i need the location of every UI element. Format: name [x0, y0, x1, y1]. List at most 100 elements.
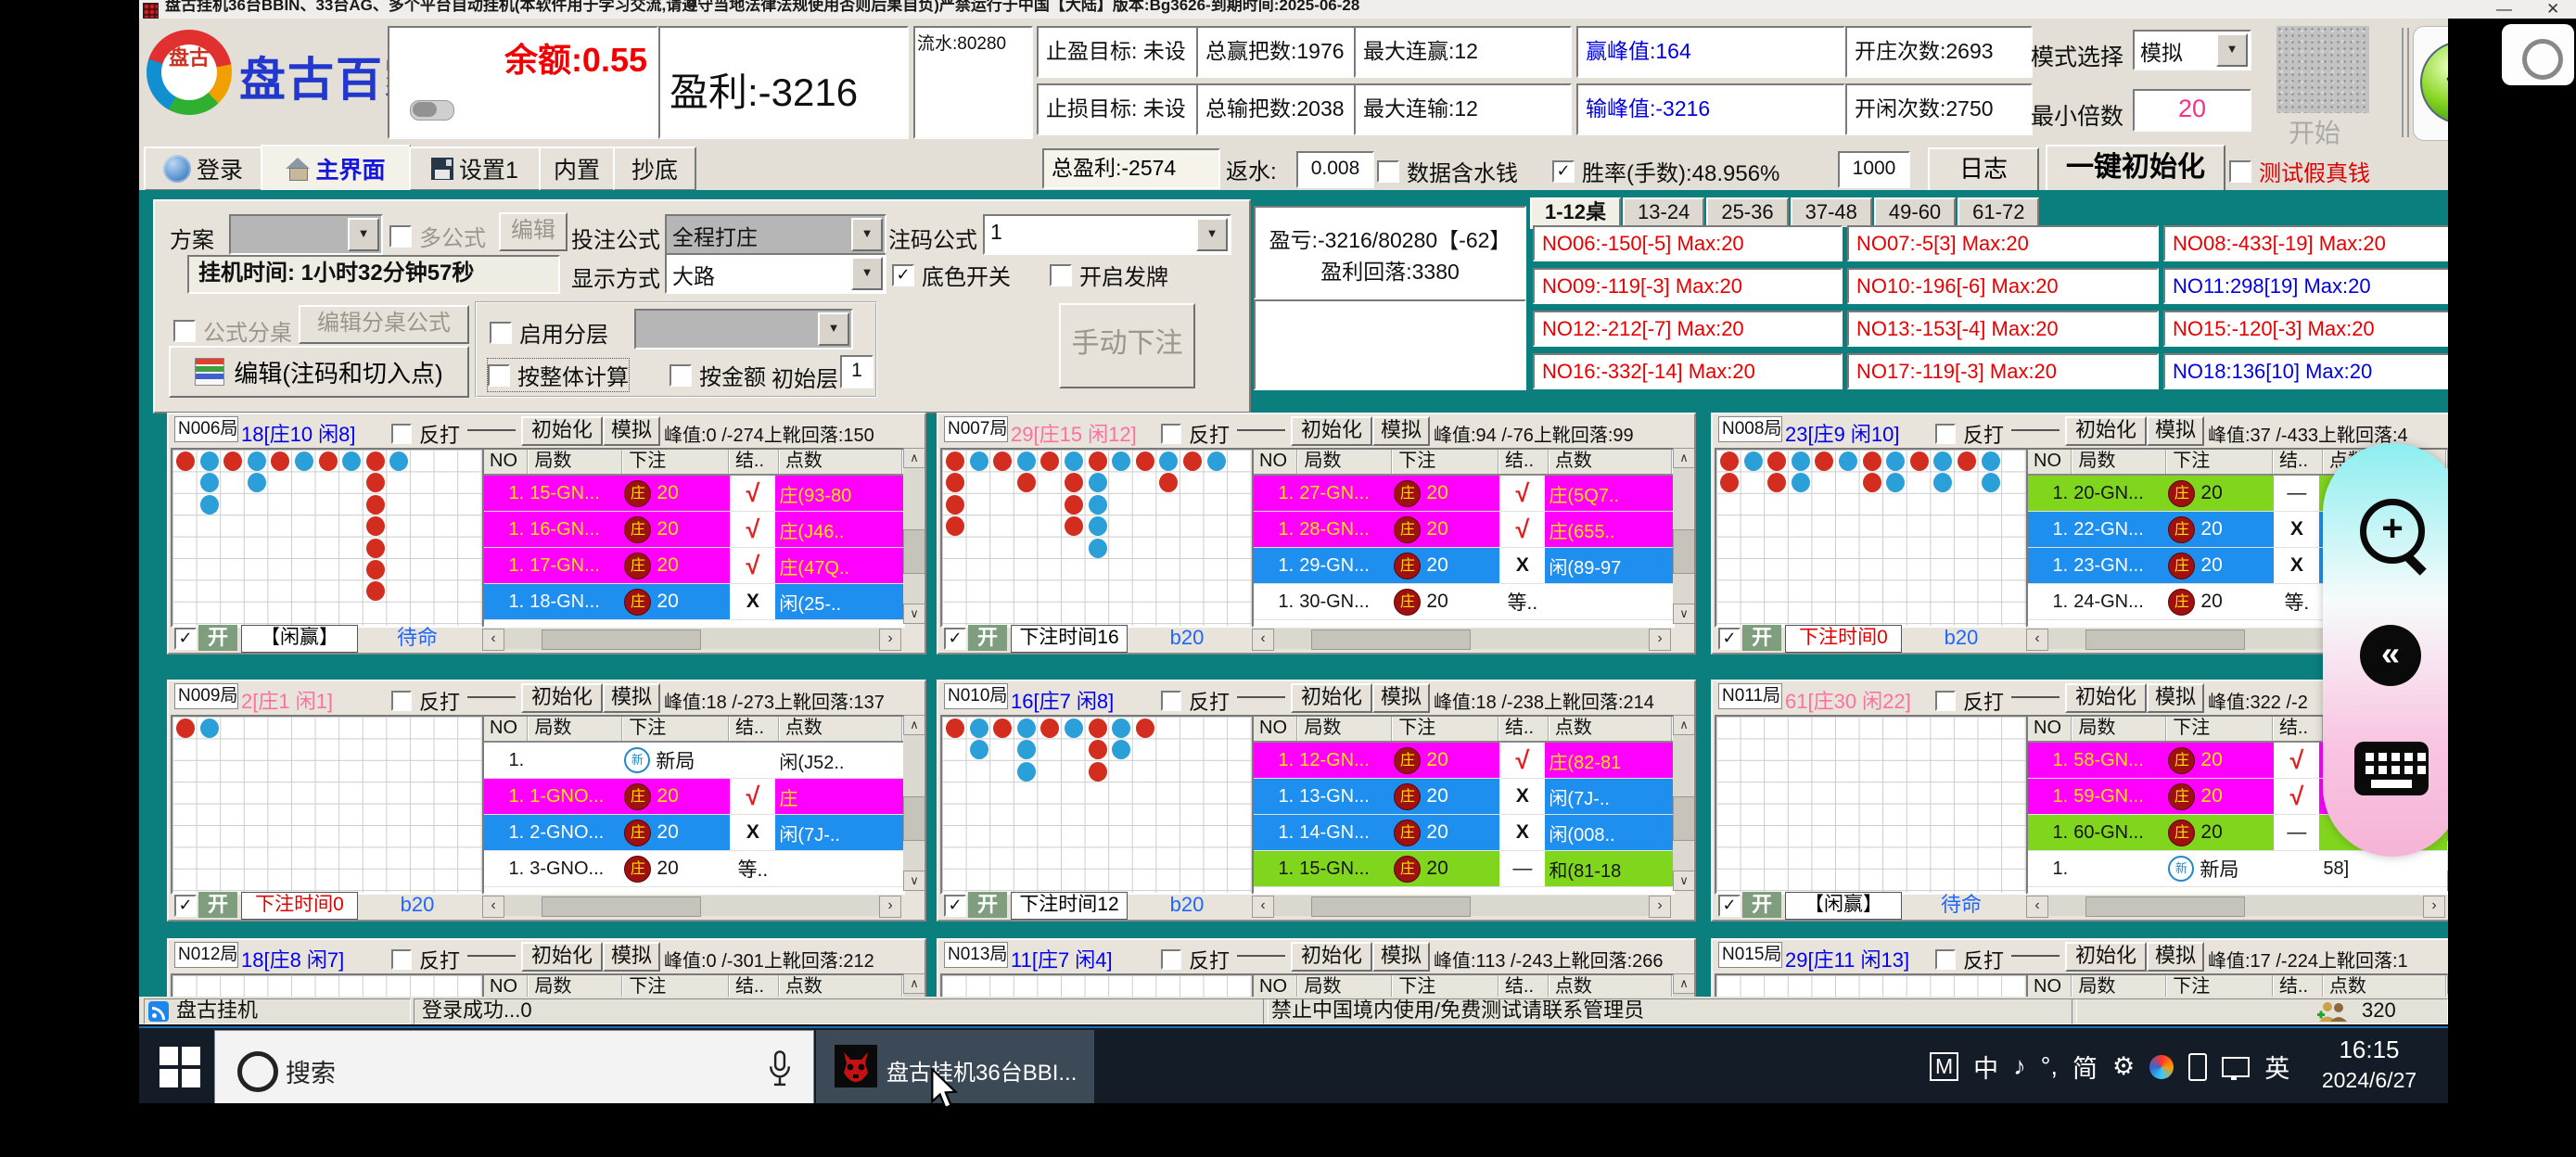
- test-fake-money-checkbox[interactable]: 测试假真钱: [2229, 155, 2370, 187]
- panel-open-checkbox[interactable]: ✓: [944, 628, 966, 650]
- panel-id-tab[interactable]: N009局: [174, 683, 238, 709]
- zoom-in-icon[interactable]: +: [2360, 499, 2425, 564]
- fast-backward-icon[interactable]: «: [2360, 625, 2421, 686]
- by-amount-checkbox[interactable]: 按金额: [670, 359, 766, 391]
- table-summary-cell[interactable]: NO18:136[10] Max:20: [2163, 353, 2448, 389]
- settings-tab[interactable]: 设置1: [409, 146, 541, 191]
- panel-id-tab[interactable]: N008局: [1718, 416, 1782, 442]
- search-input[interactable]: 搜索: [214, 1030, 814, 1105]
- table-row[interactable]: 1.30-GN...庄20等..: [1254, 584, 1673, 620]
- bg-switch-checkbox[interactable]: ✓底色开关: [892, 259, 1011, 291]
- keyboard-icon[interactable]: [2354, 742, 2429, 795]
- reverse-bet-checkbox[interactable]: 反打: [1935, 945, 2004, 974]
- table-summary-cell[interactable]: NO15:-120[-3] Max:20: [2163, 311, 2448, 347]
- simulate-button[interactable]: 模拟: [1372, 942, 1430, 972]
- table-row[interactable]: 1.28-GN...庄20√庄(655..: [1254, 512, 1673, 548]
- table-summary-cell[interactable]: NO16:-332[-14] Max:20: [1533, 353, 1843, 389]
- taskbar-clock[interactable]: 16:15 2024/6/27: [2309, 1036, 2429, 1093]
- window-titlebar[interactable]: 盘古挂机36台BBIN、33台AG、多个平台自动挂机(本软件用于学习交流,请遵守…: [139, 0, 2576, 19]
- balance-toggle[interactable]: [410, 100, 454, 121]
- reverse-bet-checkbox[interactable]: 反打: [391, 686, 460, 716]
- tray-icon[interactable]: ♪: [2013, 1052, 2026, 1081]
- close-icon[interactable]: ✕: [2546, 0, 2559, 19]
- min-bet-input[interactable]: 20: [2133, 89, 2251, 132]
- login-tab[interactable]: 登录: [144, 146, 262, 191]
- simulate-button[interactable]: 模拟: [2147, 942, 2204, 972]
- table-summary-cell[interactable]: NO06:-150[-5] Max:20: [1533, 225, 1843, 261]
- tab-49-60[interactable]: 49-60: [1874, 197, 1956, 227]
- panel-id-tab[interactable]: N015局: [1718, 942, 1782, 968]
- chevron-down-icon[interactable]: ▼: [348, 218, 379, 251]
- panel-open-checkbox[interactable]: ✓: [1718, 895, 1741, 917]
- mode-select[interactable]: 模拟▼: [2133, 30, 2251, 70]
- reverse-bet-checkbox[interactable]: 反打: [1161, 945, 1230, 974]
- edit-split-button[interactable]: 编辑分桌公式: [299, 305, 469, 344]
- panel-open-checkbox[interactable]: ✓: [944, 895, 966, 917]
- tray-phone-icon[interactable]: [2188, 1053, 2207, 1081]
- table-summary-cell[interactable]: NO08:-433[-19] Max:20: [2163, 225, 2448, 261]
- data-with-water-checkbox[interactable]: 数据含水钱: [1377, 155, 1518, 187]
- table-summary-cell[interactable]: NO11:298[19] Max:20: [2163, 268, 2448, 304]
- horizontal-scrollbar[interactable]: ‹›: [482, 896, 901, 916]
- simulate-button[interactable]: 模拟: [603, 683, 660, 713]
- simulate-button[interactable]: 模拟: [1372, 416, 1430, 446]
- panel-id-tab[interactable]: N013局: [944, 942, 1008, 968]
- multi-formula-checkbox[interactable]: 多公式: [389, 220, 486, 252]
- table-row[interactable]: 1.27-GN...庄20√庄(5Q7..: [1254, 476, 1673, 512]
- simulate-button[interactable]: 模拟: [2147, 416, 2204, 446]
- simulate-button[interactable]: 模拟: [1372, 683, 1430, 713]
- panel-open-checkbox[interactable]: ✓: [1718, 628, 1741, 650]
- chevron-down-icon[interactable]: ▼: [851, 257, 883, 290]
- tray-icon[interactable]: ⚙: [2112, 1052, 2135, 1081]
- vertical-scrollbar[interactable]: ∧∨: [903, 448, 924, 624]
- plan-select[interactable]: ▼: [229, 214, 383, 255]
- init-button[interactable]: 初始化: [1291, 416, 1372, 446]
- whole-calc-checkbox[interactable]: 按整体计算: [488, 359, 629, 391]
- tray-monitor-icon[interactable]: [2222, 1057, 2250, 1077]
- bottom-fish-tab[interactable]: 抄底: [613, 146, 696, 191]
- table-row[interactable]: 1.2-GNO...庄20X闲(7J-..: [484, 815, 903, 851]
- horizontal-scrollbar[interactable]: ‹›: [1252, 896, 1671, 916]
- horizontal-scrollbar[interactable]: ‹›: [1252, 629, 1671, 649]
- horizontal-scrollbar[interactable]: ‹›: [2026, 896, 2445, 916]
- table-row[interactable]: 1.13-GN...庄20X闲(7J-..: [1254, 779, 1673, 815]
- init-button[interactable]: 初始化: [2065, 683, 2147, 713]
- reverse-bet-checkbox[interactable]: 反打: [1161, 686, 1230, 716]
- minimize-icon[interactable]: —: [2496, 0, 2512, 19]
- win-rate-checkbox[interactable]: ✓胜率(手数):48.956%: [1552, 155, 1779, 187]
- simulate-button[interactable]: 模拟: [2147, 683, 2204, 713]
- reverse-bet-checkbox[interactable]: 反打: [1161, 419, 1230, 449]
- reverse-bet-checkbox[interactable]: 反打: [1935, 419, 2004, 449]
- simulate-button[interactable]: 模拟: [603, 416, 660, 446]
- table-row[interactable]: 1.3-GNO...庄20等..: [484, 851, 903, 887]
- formula-split-checkbox[interactable]: 公式分桌: [173, 314, 292, 347]
- table-summary-cell[interactable]: NO09:-119[-3] Max:20: [1533, 268, 1843, 304]
- amount-input[interactable]: 1000: [1838, 151, 1910, 188]
- horizontal-scrollbar[interactable]: ‹›: [482, 629, 901, 649]
- tray-flame-icon[interactable]: [2149, 1055, 2174, 1079]
- table-row[interactable]: 1.18-GN...庄20X闲(25-..: [484, 584, 903, 620]
- vertical-scrollbar[interactable]: ∧∨: [1673, 448, 1693, 624]
- table-row[interactable]: 1.15-GN...庄20—和(81-18: [1254, 851, 1673, 887]
- vertical-scrollbar[interactable]: ∧∨: [903, 715, 924, 891]
- main-tab[interactable]: 主界面: [261, 145, 411, 193]
- init-button[interactable]: 初始化: [1291, 942, 1372, 972]
- init-layer-input[interactable]: 1: [840, 355, 874, 388]
- enable-layer-checkbox[interactable]: 启用分层: [490, 316, 608, 349]
- panel-id-tab[interactable]: N010局: [944, 683, 1008, 709]
- panel-open-checkbox[interactable]: ✓: [174, 895, 197, 917]
- panel-id-tab[interactable]: N011局: [1718, 683, 1782, 709]
- bet-formula-select[interactable]: 全程打庄▼: [665, 214, 886, 255]
- edit-button[interactable]: 编辑: [499, 212, 567, 251]
- manual-bet-button[interactable]: 手动下注: [1059, 303, 1195, 388]
- table-summary-cell[interactable]: NO10:-196[-6] Max:20: [1847, 268, 2159, 304]
- init-button[interactable]: 初始化: [1291, 683, 1372, 713]
- panel-id-tab[interactable]: N012局: [174, 942, 238, 968]
- reverse-bet-checkbox[interactable]: 反打: [1935, 686, 2004, 716]
- table-row[interactable]: 1.16-GN...庄20√庄(J46..: [484, 512, 903, 548]
- tray-icon[interactable]: 简: [2072, 1049, 2098, 1085]
- init-button[interactable]: 初始化: [2065, 942, 2147, 972]
- edit-codes-button[interactable]: 编辑(注码和切入点): [169, 346, 469, 398]
- one-key-init-button[interactable]: 一键初始化: [2046, 145, 2225, 193]
- start-button[interactable]: [159, 1047, 200, 1087]
